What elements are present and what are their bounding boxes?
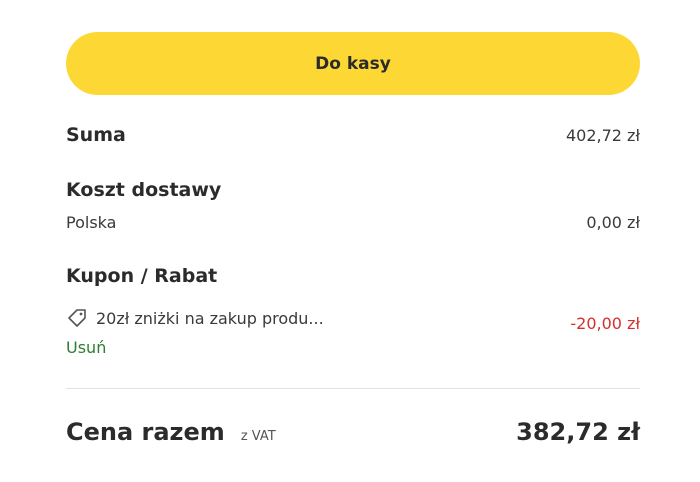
shipping-country: Polska <box>66 213 117 232</box>
coupon-info: 20zł zniżki na zakup produ... <box>66 307 324 329</box>
shipping-label: Koszt dostawy <box>66 179 222 201</box>
total-label: Cena razem <box>66 418 225 446</box>
divider <box>66 388 640 389</box>
shipping-row: Polska 0,00 zł <box>66 213 640 232</box>
total-label-group: Cena razem z VAT <box>66 418 276 446</box>
total-row: Cena razem z VAT 382,72 zł <box>66 418 640 446</box>
checkout-button[interactable]: Do kasy <box>66 32 640 95</box>
shipping-heading-row: Koszt dostawy <box>66 179 640 201</box>
shipping-value: 0,00 zł <box>586 213 640 232</box>
coupon-heading-row: Kupon / Rabat <box>66 265 640 287</box>
coupon-description: 20zł zniżki na zakup produ... <box>96 308 324 328</box>
total-value: 382,72 zł <box>516 418 640 446</box>
tag-icon <box>66 307 88 329</box>
coupon-row: 20zł zniżki na zakup produ... -20,00 zł <box>66 307 640 333</box>
coupon-value: -20,00 zł <box>570 314 640 333</box>
sum-value: 402,72 zł <box>565 126 640 145</box>
remove-coupon-link[interactable]: Usuń <box>66 338 106 357</box>
coupon-label: Kupon / Rabat <box>66 265 218 287</box>
sum-row: Suma 402,72 zł <box>66 124 640 146</box>
vat-note: z VAT <box>240 429 276 444</box>
sum-label: Suma <box>66 124 126 146</box>
